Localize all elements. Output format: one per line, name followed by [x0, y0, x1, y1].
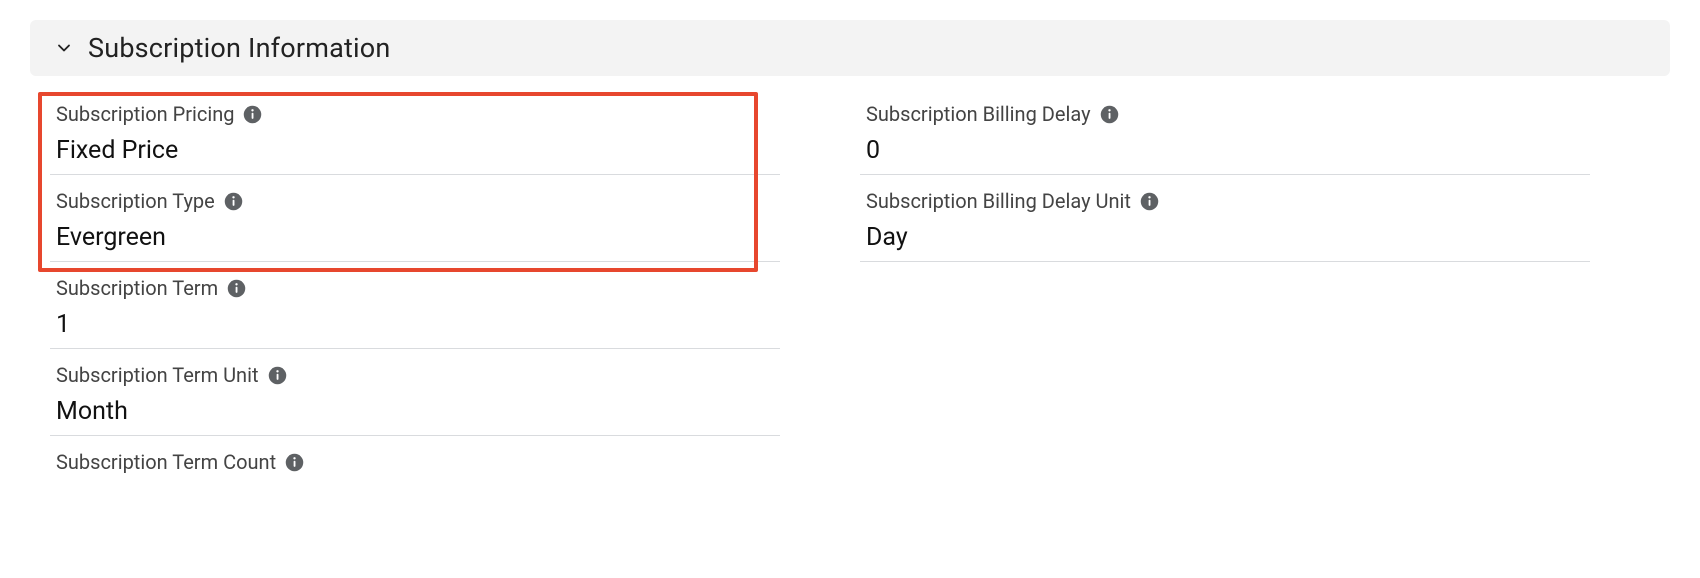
field-subscription-term-count[interactable]: Subscription Term Count: [50, 436, 780, 474]
chevron-down-icon: [54, 38, 74, 58]
field-value: Day: [866, 223, 1582, 253]
label-text: Subscription Term Count: [56, 450, 276, 474]
field-subscription-term-unit[interactable]: Subscription Term Unit Month: [50, 349, 780, 436]
field-value: Evergreen: [56, 223, 772, 253]
field-value: 0: [866, 136, 1582, 166]
content: Subscription Pricing Fixed Price Subscri…: [30, 88, 1670, 474]
info-icon[interactable]: [226, 278, 247, 299]
field-label: Subscription Term: [56, 276, 772, 300]
field-label: Subscription Billing Delay Unit: [866, 189, 1582, 213]
field-billing-delay[interactable]: Subscription Billing Delay 0: [860, 88, 1590, 175]
page: Subscription Information Subscription Pr…: [0, 0, 1700, 578]
field-label: Subscription Term Unit: [56, 363, 772, 387]
label-text: Subscription Term: [56, 276, 218, 300]
info-icon[interactable]: [1139, 191, 1160, 212]
info-icon[interactable]: [242, 104, 263, 125]
label-text: Subscription Pricing: [56, 102, 234, 126]
right-column: Subscription Billing Delay 0 Subscriptio…: [860, 88, 1590, 474]
section-header[interactable]: Subscription Information: [30, 20, 1670, 76]
field-value: Month: [56, 397, 772, 427]
field-label: Subscription Pricing: [56, 102, 772, 126]
info-icon[interactable]: [223, 191, 244, 212]
field-subscription-term[interactable]: Subscription Term 1: [50, 262, 780, 349]
info-icon[interactable]: [267, 365, 288, 386]
field-subscription-type[interactable]: Subscription Type Evergreen: [50, 175, 780, 262]
field-label: Subscription Billing Delay: [866, 102, 1582, 126]
field-value: 1: [56, 310, 772, 340]
field-billing-delay-unit[interactable]: Subscription Billing Delay Unit Day: [860, 175, 1590, 262]
left-column: Subscription Pricing Fixed Price Subscri…: [50, 88, 780, 474]
info-icon[interactable]: [1099, 104, 1120, 125]
field-value: Fixed Price: [56, 136, 772, 166]
label-text: Subscription Type: [56, 189, 215, 213]
section-title: Subscription Information: [88, 32, 391, 64]
label-text: Subscription Billing Delay: [866, 102, 1091, 126]
info-icon[interactable]: [284, 452, 305, 473]
label-text: Subscription Billing Delay Unit: [866, 189, 1131, 213]
field-label: Subscription Type: [56, 189, 772, 213]
label-text: Subscription Term Unit: [56, 363, 259, 387]
field-subscription-pricing[interactable]: Subscription Pricing Fixed Price: [50, 88, 780, 175]
field-label: Subscription Term Count: [56, 450, 772, 474]
